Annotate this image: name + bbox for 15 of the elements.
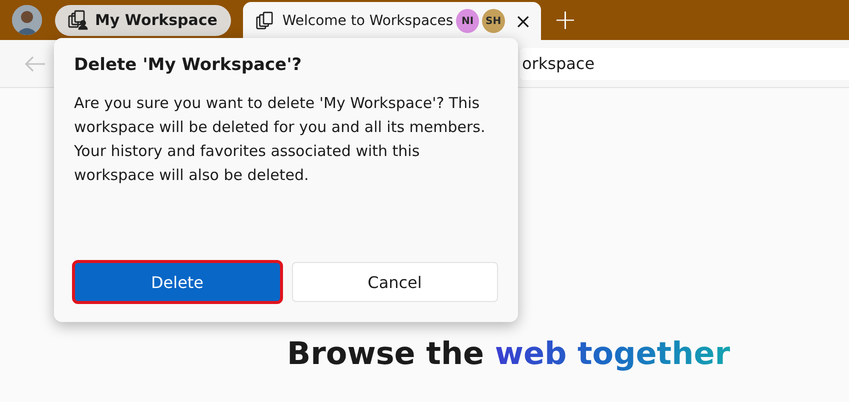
dialog-message: Are you sure you want to delete 'My Workspace'? This workspace will be deleted for you and all its members. Your history and favorites associated with this workspace will also be deleted. [74, 93, 486, 186]
dialog-title: Delete 'My Workspace'? [74, 55, 303, 75]
avatar-icon[interactable] [12, 5, 42, 35]
workspace-button[interactable]: My Workspace [55, 4, 232, 36]
hero-heading: Browse the [287, 336, 486, 372]
address-field[interactable]: orkspace [520, 48, 849, 80]
tab-title: Welcome to Workspaces [282, 13, 454, 29]
close-icon[interactable]: × [514, 11, 532, 31]
browser-tab[interactable]: Welcome to Workspaces NI SH × [243, 2, 542, 40]
workspace-icon [67, 10, 89, 30]
cancel-button[interactable]: Cancel [292, 262, 498, 302]
member-avatar: NI [456, 9, 479, 33]
member-avatar: SH [482, 9, 505, 33]
delete-button[interactable]: Delete [74, 262, 280, 302]
new-tab-button[interactable]: + [553, 6, 577, 34]
